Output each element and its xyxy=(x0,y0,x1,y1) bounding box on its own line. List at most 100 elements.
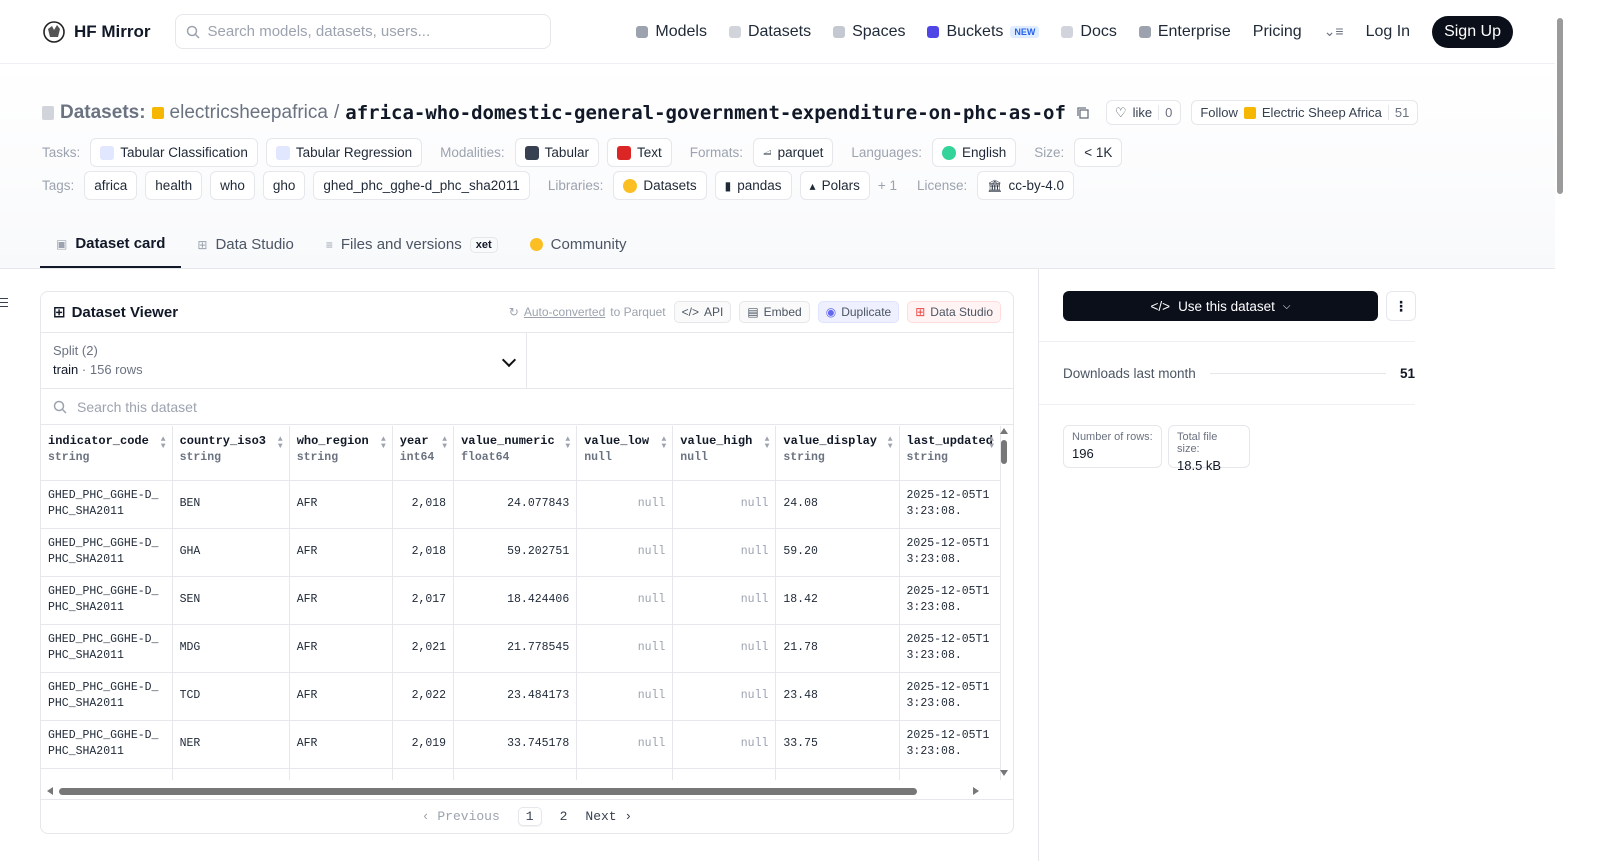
tag-health[interactable]: health xyxy=(145,171,203,200)
table-row[interactable]: GHED_PHC_GGHE-D_PHC_SHA2011 MDG AFR 2,021 21… xyxy=(41,624,1001,673)
tab-community[interactable]: Community xyxy=(514,235,643,268)
table-cell: 2025-12-05T13:23:08. xyxy=(899,624,1001,673)
duplicate-button[interactable]: ◉ Duplicate xyxy=(817,301,900,323)
modality-tag-text[interactable]: Text xyxy=(606,138,672,167)
table-row[interactable]: GHED_PHC_GGHE-D_PHC_SHA2011 GHA AFR 2,018 59… xyxy=(41,528,1001,577)
login-link[interactable]: Log In xyxy=(1366,23,1410,41)
column-header[interactable]: value_low null ▲ ▼ xyxy=(576,426,674,481)
org-link[interactable]: electricsheepafrica xyxy=(170,102,328,124)
brand[interactable]: HF Mirror xyxy=(42,20,151,44)
page-1-button[interactable]: 1 xyxy=(517,807,542,826)
task-tag-classification[interactable]: Tabular Classification xyxy=(90,138,258,167)
column-header[interactable]: who_region string ▲ ▼ xyxy=(289,426,393,481)
nav-buckets[interactable]: Buckets NEW xyxy=(927,23,1040,41)
scroll-right-icon[interactable] xyxy=(973,787,979,795)
modality-tag-tabular[interactable]: Tabular xyxy=(514,138,599,167)
table-cell: 2,018 xyxy=(392,528,455,577)
like-button[interactable]: ♡ like 0 xyxy=(1105,100,1182,125)
nav-models[interactable]: Models xyxy=(636,23,707,41)
table-row[interactable]: GHED_PHC_GGHE-D_PHC_SHA2011 BEN AFR 2,018 24… xyxy=(41,480,1001,529)
use-dataset-button[interactable]: </> Use this dataset ⌵ xyxy=(1063,291,1378,321)
sort-icon[interactable]: ▲ ▼ xyxy=(161,436,166,451)
column-header[interactable]: value_numeric float64 ▲ ▼ xyxy=(453,426,578,481)
repo-name[interactable]: africa-who-domestic-general-government-e… xyxy=(345,102,1066,124)
column-header[interactable]: indicator_code string ▲ ▼ xyxy=(41,426,173,481)
next-button[interactable]: Next › xyxy=(585,809,632,824)
sort-icon[interactable]: ▲ ▼ xyxy=(278,436,283,451)
nav-docs[interactable]: Docs xyxy=(1061,23,1117,41)
format-tag[interactable]: ⧡ parquet xyxy=(752,138,834,167)
table-cell: null xyxy=(576,576,674,625)
scrollbar-thumb[interactable] xyxy=(1001,440,1007,464)
table-row[interactable]: GHED_PHC_GGHE-D_PHC_SHA2011 SEN AFR 2,017 18… xyxy=(41,576,1001,625)
task-tag-regression[interactable]: Tabular Regression xyxy=(265,138,423,167)
column-header[interactable]: year int64 ▲ ▼ xyxy=(392,426,455,481)
nav-datasets-label: Datasets xyxy=(747,22,812,40)
dataset-search-placeholder: Search this dataset xyxy=(77,398,197,415)
scroll-up-icon[interactable] xyxy=(1000,428,1008,434)
tag-africa[interactable]: africa xyxy=(84,171,138,200)
more-menu-icon[interactable]: ⌄≡ xyxy=(1324,23,1344,40)
vertical-scrollbar[interactable] xyxy=(999,426,1009,780)
table-cell: 2,017 xyxy=(392,576,455,625)
table-row[interactable]: GHED_PHC_GGHE- 2025-12- xyxy=(41,768,1001,780)
library-tag-pandas[interactable]: ▮ pandas xyxy=(714,171,792,200)
horizontal-scrollbar[interactable] xyxy=(45,786,997,796)
nav-spaces[interactable]: Spaces xyxy=(833,23,905,41)
column-header[interactable]: country_iso3 string ▲ ▼ xyxy=(172,426,290,481)
task-label: Tabular Classification xyxy=(120,145,248,160)
scroll-left-icon[interactable] xyxy=(47,787,53,795)
auto-converted-link[interactable]: Auto-converted xyxy=(524,305,605,319)
sort-icon[interactable]: ▲ ▼ xyxy=(381,436,386,451)
sort-icon[interactable]: ▲ ▼ xyxy=(888,436,893,451)
size-tag[interactable]: < 1K xyxy=(1074,138,1123,167)
license-tag[interactable]: 🏛 cc-by-4.0 xyxy=(977,171,1075,200)
libraries-more[interactable]: + 1 xyxy=(878,178,897,193)
table-row[interactable]: GHED_PHC_GGHE-D_PHC_SHA2011 TCD AFR 2,022 23… xyxy=(41,672,1001,721)
search-icon xyxy=(53,400,67,414)
language-tag[interactable]: English xyxy=(931,138,1017,167)
nav-pricing[interactable]: Pricing xyxy=(1253,23,1302,41)
tag-gho[interactable]: gho xyxy=(262,171,306,200)
sort-icon[interactable]: ▲ ▼ xyxy=(765,436,770,451)
column-header[interactable]: value_display string ▲ ▼ xyxy=(775,426,900,481)
search-input[interactable]: Search models, datasets, users... xyxy=(174,14,551,49)
table-row[interactable]: GHED_PHC_GGHE-D_PHC_SHA2011 NER AFR 2,019 33… xyxy=(41,720,1001,769)
table-cell: AFR xyxy=(289,624,393,673)
split-selector[interactable]: Split (2) train · 156 rows xyxy=(41,333,527,388)
scrollbar-thumb[interactable] xyxy=(59,788,917,795)
scrollbar-thumb[interactable] xyxy=(1557,18,1563,194)
previous-button[interactable]: ‹ Previous xyxy=(422,809,500,824)
copy-icon[interactable] xyxy=(1076,106,1090,120)
sidebar-toggle-icon[interactable] xyxy=(0,298,8,308)
library-tag-datasets[interactable]: Datasets xyxy=(613,171,707,200)
tab-files[interactable]: ≡ Files and versions xet xyxy=(310,235,514,268)
embed-button[interactable]: ▤ Embed xyxy=(739,301,810,323)
nav-enterprise[interactable]: Enterprise xyxy=(1138,23,1231,41)
more-options-button[interactable]: ⋮ xyxy=(1386,291,1416,321)
library-tag-polars[interactable]: ▴ Polars xyxy=(799,171,870,200)
tab-data-studio[interactable]: ⊞ Data Studio xyxy=(181,235,309,268)
follow-button[interactable]: Follow Electric Sheep Africa 51 xyxy=(1191,100,1419,125)
data-studio-button[interactable]: ⊞ Data Studio xyxy=(907,301,1001,323)
hf-logo-icon xyxy=(43,20,65,43)
tag-who[interactable]: who xyxy=(210,171,255,200)
api-button[interactable]: </> API xyxy=(673,301,732,323)
tab-dataset-card[interactable]: ▣ Dataset card xyxy=(40,235,182,268)
column-header[interactable]: last_updated string ▲ ▼ xyxy=(899,426,1001,481)
nav-datasets[interactable]: Datasets xyxy=(728,22,812,41)
sort-icon[interactable]: ▲ ▼ xyxy=(565,436,570,451)
tag-indicator[interactable]: ghed_phc_gghe-d_phc_sha2011 xyxy=(313,171,530,200)
sort-icon[interactable]: ▲ ▼ xyxy=(661,436,666,451)
sort-icon[interactable]: ▲ ▼ xyxy=(442,436,447,451)
table-cell: GHED_PHC_GGHE-D_PHC_SHA2011 xyxy=(41,528,173,577)
sort-icon[interactable]: ▲ ▼ xyxy=(989,436,994,451)
column-header[interactable]: value_high null ▲ ▼ xyxy=(672,426,777,481)
page-scrollbar[interactable] xyxy=(1554,0,1566,861)
page-2-button[interactable]: 2 xyxy=(560,809,568,824)
dataset-header: Datasets: electricsheepafrica / africa-w… xyxy=(0,64,1555,269)
scroll-down-icon[interactable] xyxy=(1000,770,1008,776)
signup-button[interactable]: Sign Up xyxy=(1432,15,1513,48)
dataset-search-input[interactable]: Search this dataset xyxy=(41,389,1013,425)
split-rows: 156 rows xyxy=(89,362,143,377)
